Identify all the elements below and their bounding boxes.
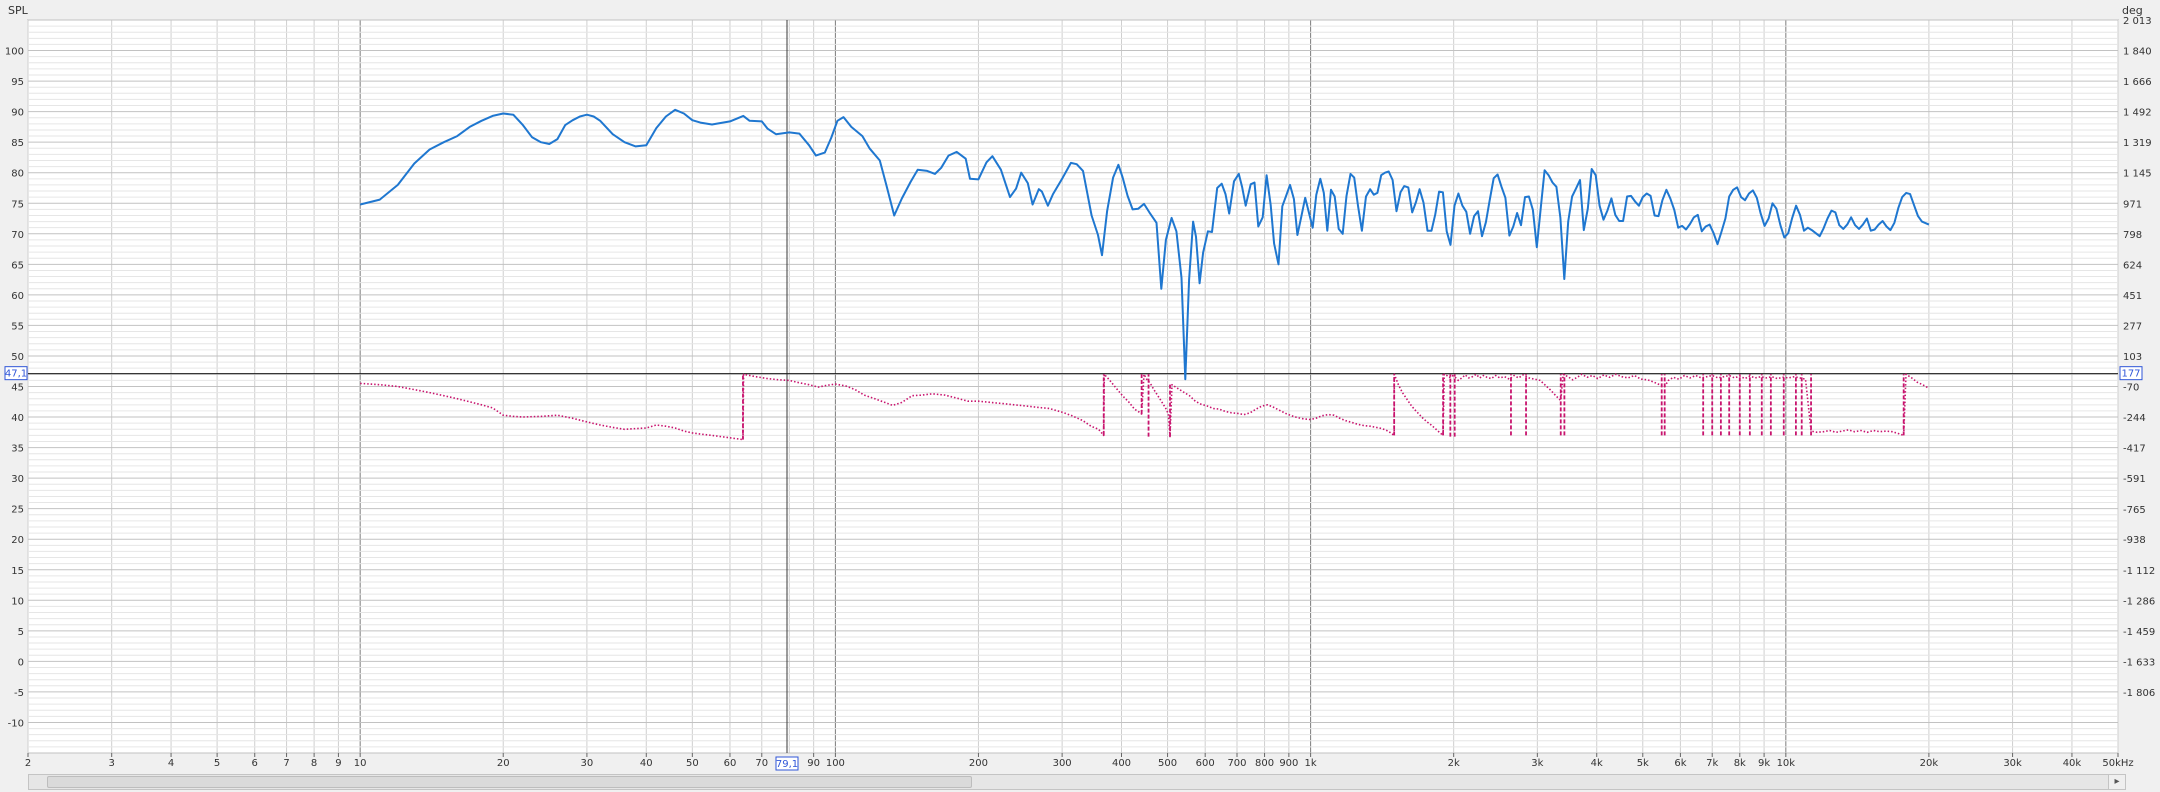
- left-tick-label: 80: [11, 169, 24, 180]
- left-tick-label: 25: [11, 505, 24, 516]
- right-axis-label: deg: [2122, 4, 2143, 17]
- cursor-x-label: 79,1: [776, 759, 798, 770]
- right-tick-label: 2 013: [2123, 16, 2152, 27]
- right-tick-label: 624: [2123, 260, 2142, 271]
- right-tick-label: -765: [2123, 505, 2146, 516]
- x-tick-label: 10: [354, 758, 367, 769]
- left-tick-label: 65: [11, 260, 24, 271]
- right-tick-label: -70: [2123, 383, 2139, 394]
- right-tick-label: -1 286: [2123, 596, 2155, 607]
- right-tick-label: -244: [2123, 413, 2146, 424]
- right-tick-label: 451: [2123, 291, 2142, 302]
- right-tick-label: 1 492: [2123, 108, 2152, 119]
- x-tick-label: 90: [807, 758, 820, 769]
- x-tick-label: 50: [686, 758, 699, 769]
- x-tick-label: 50kHz: [2102, 758, 2133, 769]
- x-tick-label: 5k: [1637, 758, 1649, 769]
- left-tick-label: 35: [11, 444, 24, 455]
- x-tick-label: 600: [1196, 758, 1215, 769]
- x-tick-label: 5: [214, 758, 220, 769]
- left-tick-label: 55: [11, 321, 24, 332]
- right-tick-label: -1 806: [2123, 688, 2155, 699]
- x-tick-label: 40k: [2063, 758, 2082, 769]
- x-tick-label: 400: [1112, 758, 1131, 769]
- x-tick-label: 30k: [2003, 758, 2022, 769]
- x-tick-label: 8k: [1734, 758, 1746, 769]
- left-tick-label: 30: [11, 474, 24, 485]
- x-tick-label: 1k: [1305, 758, 1317, 769]
- x-tick-label: 7: [283, 758, 289, 769]
- x-tick-label: 500: [1158, 758, 1177, 769]
- left-axis-label: SPL: [8, 4, 29, 17]
- right-tick-label: -1 112: [2123, 566, 2155, 577]
- left-tick-label: 95: [11, 77, 24, 88]
- left-tick-label: 20: [11, 535, 24, 546]
- x-tick-label: 4k: [1591, 758, 1603, 769]
- left-tick-label: 90: [11, 108, 24, 119]
- x-tick-label: 20k: [1920, 758, 1939, 769]
- left-tick-label: 50: [11, 352, 24, 363]
- x-tick-label: 100: [826, 758, 845, 769]
- right-tick-label: 971: [2123, 199, 2142, 210]
- right-tick-label: 277: [2123, 321, 2142, 332]
- left-tick-label: 75: [11, 199, 24, 210]
- right-tick-label: -417: [2123, 444, 2146, 455]
- left-tick-label: 0: [18, 657, 24, 668]
- left-tick-label: 70: [11, 230, 24, 241]
- left-tick-label: 45: [11, 383, 24, 394]
- x-tick-label: 3k: [1531, 758, 1543, 769]
- right-tick-label: -938: [2123, 535, 2146, 546]
- right-tick-label: 1 145: [2123, 169, 2152, 180]
- horizontal-scrollbar[interactable]: [28, 774, 2126, 790]
- right-tick-label: -591: [2123, 474, 2146, 485]
- right-tick-label: 1 319: [2123, 138, 2152, 149]
- x-tick-label: 20: [497, 758, 510, 769]
- x-tick-label: 3: [108, 758, 114, 769]
- x-tick-label: 800: [1255, 758, 1274, 769]
- left-tick-label: -5: [14, 688, 24, 699]
- left-tick-label: 10: [11, 596, 24, 607]
- right-tick-label: -1 633: [2123, 658, 2155, 669]
- grid: [27, 19, 2119, 754]
- right-tick-label: 1 666: [2123, 77, 2152, 88]
- x-tick-label: 9: [335, 758, 341, 769]
- x-tick-label: 4: [168, 758, 174, 769]
- left-tick-label: 40: [11, 413, 24, 424]
- x-tick-label: 8: [311, 758, 317, 769]
- x-tick-label: 300: [1053, 758, 1072, 769]
- left-tick-label: 100: [5, 47, 24, 58]
- right-tick-label: -1 459: [2123, 627, 2155, 638]
- x-tick-label: 60: [724, 758, 737, 769]
- x-tick-label: 9k: [1758, 758, 1770, 769]
- x-tick-label: 900: [1279, 758, 1298, 769]
- x-tick-label: 2k: [1448, 758, 1460, 769]
- x-tick-label: 7k: [1706, 758, 1718, 769]
- cursor-y-label: 47,1: [5, 369, 27, 380]
- x-tick-label: 70: [755, 758, 768, 769]
- x-tick-label: 200: [969, 758, 988, 769]
- left-tick-label: 85: [11, 138, 24, 149]
- x-tick-label: 30: [581, 758, 594, 769]
- x-tick-label: 6: [252, 758, 258, 769]
- frequency-response-chart[interactable]: 47,1 17779,1 2 3 4 5 6 7 8 9 10 20 30 40 50 60 70 90 100 2…: [0, 0, 2160, 792]
- x-tick-label: 2: [25, 758, 31, 769]
- scrollbar-thumb[interactable]: [47, 776, 972, 788]
- right-tick-label: 798: [2123, 230, 2142, 241]
- left-tick-label: 5: [18, 627, 24, 638]
- cursor-right-label: 177: [2121, 369, 2140, 380]
- x-tick-label: 40: [640, 758, 653, 769]
- left-tick-label: 60: [11, 291, 24, 302]
- x-tick-label: 700: [1227, 758, 1246, 769]
- left-tick-label: 15: [11, 566, 24, 577]
- right-tick-label: 1 840: [2123, 46, 2152, 57]
- right-tick-label: 103: [2123, 352, 2142, 363]
- scroll-right-arrow[interactable]: ▸: [2108, 774, 2126, 790]
- left-tick-label: -10: [8, 718, 24, 729]
- x-tick-label: 6k: [1674, 758, 1686, 769]
- x-tick-label: 10k: [1777, 758, 1796, 769]
